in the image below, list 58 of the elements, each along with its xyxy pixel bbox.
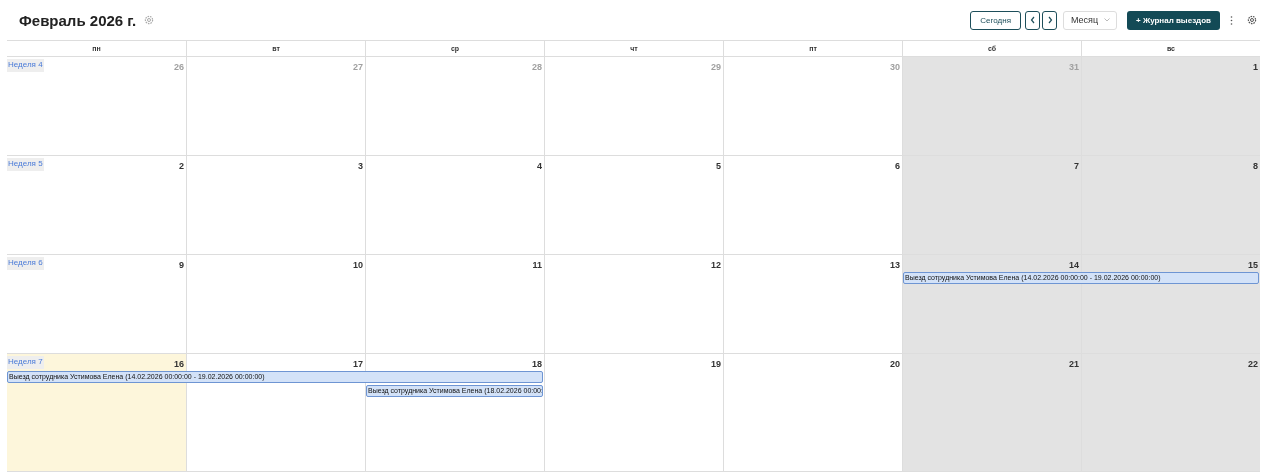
week-label[interactable]: Неделя 6 xyxy=(7,257,44,270)
day-number: 17 xyxy=(353,359,363,369)
day-number: 20 xyxy=(890,359,900,369)
day-cell[interactable]: 1 xyxy=(1081,57,1260,155)
day-number: 16 xyxy=(174,359,184,369)
day-cell[interactable]: 8 xyxy=(1081,156,1260,254)
add-journal-button[interactable]: + Журнал выездов xyxy=(1127,10,1220,30)
day-number: 1 xyxy=(1253,62,1258,72)
day-cell[interactable]: 20 xyxy=(723,354,902,471)
day-number: 30 xyxy=(890,62,900,72)
day-number: 9 xyxy=(179,260,184,270)
next-button[interactable] xyxy=(1042,10,1057,30)
day-number: 3 xyxy=(358,161,363,171)
chevron-right-icon xyxy=(1046,16,1053,24)
day-cell[interactable]: 22 xyxy=(1081,354,1260,471)
day-cell[interactable]: 11 xyxy=(365,255,544,353)
day-number: 27 xyxy=(353,62,363,72)
day-number: 11 xyxy=(532,260,542,270)
day-number: 10 xyxy=(353,260,363,270)
day-number: 4 xyxy=(537,161,542,171)
day-number: 14 xyxy=(1069,260,1079,270)
day-cell[interactable]: 13 xyxy=(723,255,902,353)
day-number: 28 xyxy=(532,62,542,72)
day-cell[interactable]: 10 xyxy=(186,255,365,353)
today-button[interactable]: Сегодня xyxy=(970,10,1021,30)
settings-icon[interactable] xyxy=(1247,15,1257,25)
day-number: 2 xyxy=(179,161,184,171)
day-number: 26 xyxy=(174,62,184,72)
day-cell[interactable]: 12 xyxy=(544,255,723,353)
day-number: 29 xyxy=(711,62,721,72)
day-cell[interactable]: 19 xyxy=(544,354,723,471)
day-number: 15 xyxy=(1248,260,1258,270)
more-icon[interactable] xyxy=(1230,15,1233,25)
day-cell[interactable]: 5 xyxy=(544,156,723,254)
month-title: Февраль 2026 г. xyxy=(19,11,137,29)
caret-icon xyxy=(1104,18,1110,22)
day-cell[interactable]: 21 xyxy=(902,354,1081,471)
day-number: 6 xyxy=(895,161,900,171)
day-number: 7 xyxy=(1074,161,1079,171)
previous-button[interactable] xyxy=(1025,10,1040,30)
day-cell[interactable]: 7 xyxy=(902,156,1081,254)
week-label[interactable]: Неделя 7 xyxy=(7,356,44,369)
day-number: 21 xyxy=(1069,359,1079,369)
day-cell[interactable]: 6 xyxy=(723,156,902,254)
day-cell[interactable]: 4 xyxy=(365,156,544,254)
day-number: 18 xyxy=(532,359,542,369)
week-label[interactable]: Неделя 4 xyxy=(7,59,44,72)
day-number: 13 xyxy=(890,260,900,270)
day-cell[interactable]: 3 xyxy=(186,156,365,254)
day-number: 12 xyxy=(711,260,721,270)
view-select[interactable]: Месяц xyxy=(1063,10,1117,30)
day-number: 22 xyxy=(1248,359,1258,369)
day-number: 8 xyxy=(1253,161,1258,171)
chevron-left-icon xyxy=(1029,16,1036,24)
day-number: 31 xyxy=(1069,62,1079,72)
week-label[interactable]: Неделя 5 xyxy=(7,158,44,171)
day-number: 19 xyxy=(711,359,721,369)
day-number: 5 xyxy=(716,161,721,171)
